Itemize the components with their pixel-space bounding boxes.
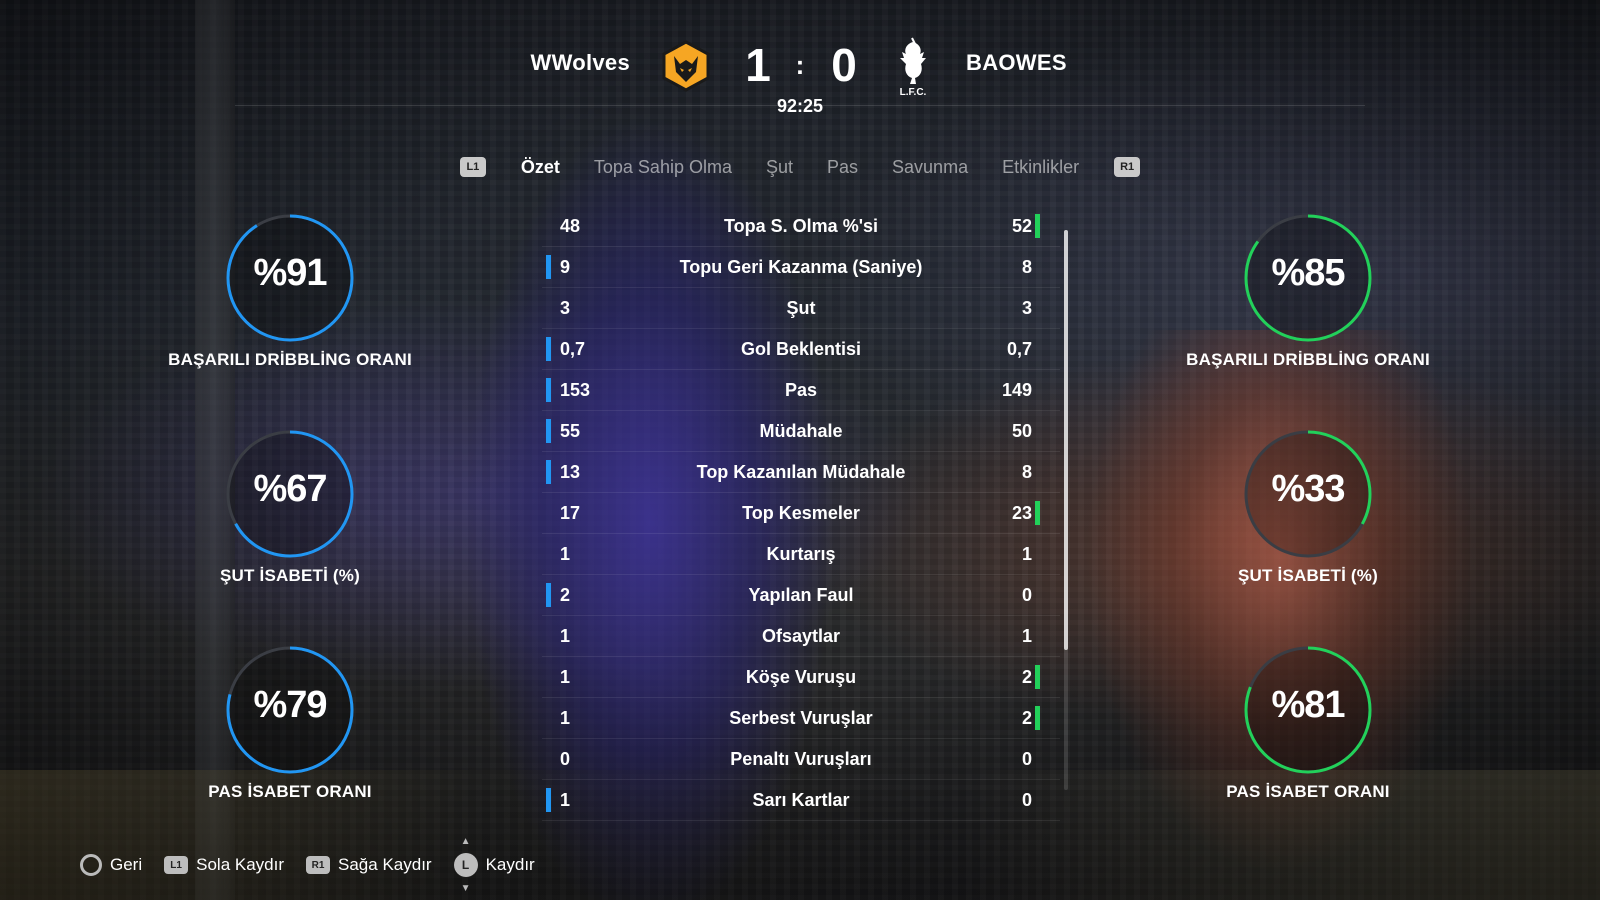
- stats-scrollbar[interactable]: [1064, 230, 1068, 650]
- stat-label: Gol Beklentisi: [740, 338, 862, 359]
- home-ring-label: ŞUT İSABETİ (%): [220, 566, 360, 585]
- stat-away-value: 52: [1011, 215, 1032, 236]
- stat-label: Penaltı Vuruşları: [730, 748, 872, 769]
- stat-row: 3 Şut 3: [542, 288, 1060, 329]
- home-ring-3: %79: [220, 640, 360, 780]
- stat-away-value: 1: [1021, 625, 1032, 646]
- away-ring-label: PAS İSABET ORANI: [1226, 782, 1390, 801]
- stat-row: 55 Müdahale 50: [542, 411, 1060, 452]
- stat-row: 1 Ofsaytlar 1: [542, 616, 1060, 657]
- stat-away-value: 0: [1021, 748, 1032, 769]
- away-ring-percent: %85: [1271, 252, 1345, 294]
- circle-button-icon: [80, 854, 102, 876]
- hint-back[interactable]: Geri: [80, 854, 142, 876]
- tab-events[interactable]: Etkinlikler: [1002, 157, 1079, 178]
- stat-row: 0 Penaltı Vuruşları 0: [542, 739, 1060, 780]
- stats-table: 48 Topa S. Olma %'si 52 9 Topu Geri Kazanma …: [542, 206, 1060, 821]
- button-hints: Geri L1 Sola Kaydır R1 Sağa Kaydır L Kay…: [80, 836, 557, 894]
- hint-back-label: Geri: [110, 855, 143, 874]
- stat-label: Kurtarış: [766, 543, 836, 564]
- stat-away-value: 0: [1021, 584, 1032, 605]
- stat-away-value: 2: [1021, 707, 1032, 728]
- stat-label: Müdahale: [759, 420, 843, 441]
- r1-button-icon: R1: [306, 856, 331, 874]
- stat-label: Köşe Vuruşu: [745, 666, 857, 687]
- stat-away-value: 0,7: [1006, 338, 1032, 359]
- tab-passing[interactable]: Pas: [827, 157, 858, 178]
- stat-row: 17 Top Kesmeler 23: [542, 493, 1060, 534]
- home-team-name: WWolves: [530, 50, 630, 75]
- stat-away-value: 149: [1001, 379, 1032, 400]
- scoreboard: WWolves 1 : 0 L.F.C. BAOWES 92:25: [0, 36, 1600, 116]
- stat-row: 1 Kurtarış 1: [542, 534, 1060, 575]
- stat-away-value: 3: [1021, 297, 1032, 318]
- hint-scroll-right[interactable]: R1 Sağa Kaydır: [306, 855, 432, 875]
- wolves-crest-icon: [660, 40, 712, 92]
- home-ring-2: %67: [220, 424, 360, 564]
- l1-button-icon[interactable]: L1: [459, 157, 486, 177]
- away-ring-1: %85: [1238, 208, 1378, 348]
- stat-row: 153 Pas 149: [542, 370, 1060, 411]
- stat-label: Ofsaytlar: [761, 625, 841, 646]
- tab-possession[interactable]: Topa Sahip Olma: [594, 157, 732, 178]
- stat-away-value: 0: [1021, 789, 1032, 810]
- stat-row: 2 Yapılan Faul 0: [542, 575, 1060, 616]
- home-ring-1: %91: [220, 208, 360, 348]
- home-ring-percent: %91: [253, 252, 327, 294]
- r1-button-icon[interactable]: R1: [1114, 157, 1141, 177]
- stat-row: 1 Sarı Kartlar 0: [542, 780, 1060, 821]
- stat-label: Top Kazanılan Müdahale: [696, 461, 906, 482]
- away-ring-label: BAŞARILI DRİBBLİNG ORANI: [1186, 350, 1430, 369]
- away-ring-percent: %33: [1271, 468, 1345, 510]
- tab-summary[interactable]: Özet: [521, 157, 560, 178]
- stat-row: 1 Serbest Vuruşlar 2: [542, 698, 1060, 739]
- stat-label: Yapılan Faul: [748, 584, 854, 605]
- away-ring-label: ŞUT İSABETİ (%): [1238, 566, 1378, 585]
- stat-row: 9 Topu Geri Kazanma (Saniye) 8: [542, 247, 1060, 288]
- away-ring-2: %33: [1238, 424, 1378, 564]
- home-ring-percent: %67: [253, 468, 327, 510]
- stat-row: 1 Köşe Vuruşu 2: [542, 657, 1060, 698]
- stat-row: 0,7 Gol Beklentisi 0,7: [542, 329, 1060, 370]
- header-divider: [235, 105, 1365, 106]
- away-crest-text: L.F.C.: [900, 87, 927, 98]
- hint-scroll-right-label: Sağa Kaydır: [338, 855, 432, 874]
- stat-label: Sarı Kartlar: [752, 789, 850, 810]
- home-ring-percent: %79: [253, 684, 327, 726]
- tab-shooting[interactable]: Şut: [766, 157, 793, 178]
- tab-defending[interactable]: Savunma: [892, 157, 968, 178]
- liverbird-crest-icon: L.F.C.: [888, 36, 938, 98]
- stat-label: Şut: [786, 297, 816, 318]
- stat-label: Topu Geri Kazanma (Saniye): [679, 256, 923, 277]
- match-clock: 92:25: [776, 96, 824, 116]
- l1-button-icon: L1: [164, 856, 189, 874]
- stat-row: 13 Top Kazanılan Müdahale 8: [542, 452, 1060, 493]
- stat-away-value: 50: [1011, 420, 1032, 441]
- stats-tabs: L1 Özet Topa Sahip Olma Şut Pas Savunma …: [0, 150, 1600, 184]
- stat-label: Serbest Vuruşlar: [729, 707, 873, 728]
- stat-label: Pas: [784, 379, 818, 400]
- away-score: 0: [831, 39, 857, 91]
- score-separator: :: [795, 50, 805, 80]
- stat-away-value: 23: [1011, 502, 1032, 523]
- stat-away-value: 2: [1021, 666, 1032, 687]
- home-score: 1: [745, 39, 771, 91]
- hint-scroll-left-label: Sola Kaydır: [196, 855, 285, 874]
- away-ring-3: %81: [1238, 640, 1378, 780]
- home-ring-label: PAS İSABET ORANI: [208, 782, 372, 801]
- away-ring-percent: %81: [1271, 684, 1345, 726]
- left-stick-icon: L: [453, 836, 478, 894]
- hint-scroll-label: Kaydır: [485, 855, 535, 874]
- stat-label: Topa S. Olma %'si: [724, 215, 878, 236]
- stat-away-value: 8: [1021, 461, 1032, 482]
- hint-scroll[interactable]: L Kaydır: [453, 836, 535, 894]
- home-ring-label: BAŞARILI DRİBBLİNG ORANI: [168, 350, 412, 369]
- away-team-name: BAOWES: [966, 50, 1067, 75]
- stat-row: 48 Topa S. Olma %'si 52: [542, 206, 1060, 247]
- hint-scroll-left[interactable]: L1 Sola Kaydır: [164, 855, 284, 875]
- stat-label: Top Kesmeler: [742, 502, 860, 523]
- stat-away-value: 1: [1021, 543, 1032, 564]
- stat-away-value: 8: [1021, 256, 1032, 277]
